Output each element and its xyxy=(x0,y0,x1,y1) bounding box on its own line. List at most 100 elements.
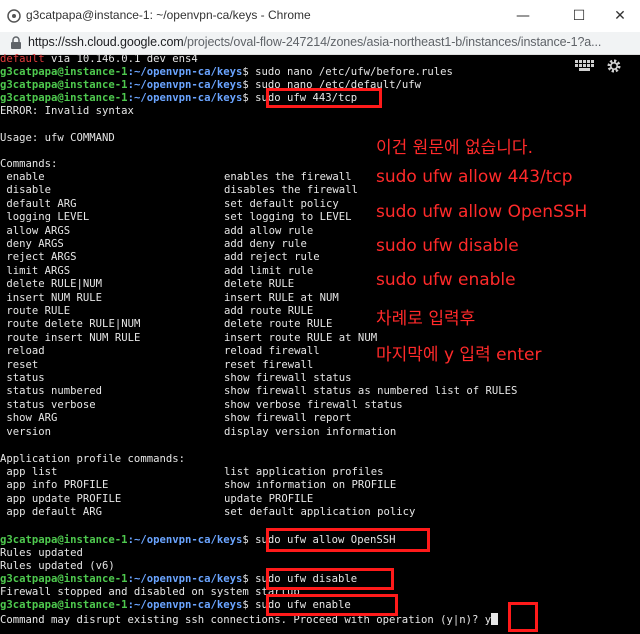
command-description: add limit rule xyxy=(224,264,314,277)
lock-icon xyxy=(11,36,21,49)
command-name: status verbose xyxy=(6,398,96,411)
terminal-line: insert NUM RULE insert RULE at NUM xyxy=(0,291,338,305)
terminal-line: app default ARG set default application p… xyxy=(0,506,415,519)
terminal-line: status numbered show firewall status as n… xyxy=(0,385,517,398)
terminal-line: status verbose show verbose firewall stat… xyxy=(0,398,402,412)
terminal-line: app info PROFILE show information on PROF… xyxy=(0,479,396,492)
minimize-button[interactable]: — xyxy=(500,0,546,32)
terminal-line: reset reset firewall xyxy=(0,358,313,372)
command-name: app list xyxy=(6,466,58,478)
terminal-line: show ARG show firewall report xyxy=(0,412,351,425)
command-description: set logging to LEVEL xyxy=(224,211,352,224)
highlight-box xyxy=(266,568,394,590)
command-name: insert NUM RULE xyxy=(6,291,103,304)
highlight-box xyxy=(266,88,382,108)
terminal-line: enable enables the firewall xyxy=(0,171,351,184)
highlight-box xyxy=(266,594,398,616)
highlight-box xyxy=(266,528,430,552)
terminal-line: route delete RULE|NUM delete route RULE xyxy=(0,318,332,331)
terminal-line: Rules updated xyxy=(0,547,83,559)
url-host: https://ssh.cloud.google.com xyxy=(28,35,184,49)
terminal-line: Firewall stopped and disabled on system … xyxy=(0,586,300,598)
terminal-line: allow ARGS add allow rule xyxy=(0,224,313,238)
command-description: show firewall report xyxy=(224,412,352,425)
terminal-line: app update PROFILE update PROFILE xyxy=(0,492,313,506)
annotation-step: sudo ufw enable xyxy=(376,270,516,290)
command-name: disable xyxy=(6,184,52,197)
command-description: delete RULE xyxy=(224,278,295,291)
terminal-favicon-icon xyxy=(7,9,21,23)
url-path: /projects/oval-flow-247214/zones/asia-no… xyxy=(183,35,602,49)
terminal-line: disable disables the firewall xyxy=(0,184,358,197)
command-description: display version information xyxy=(224,425,397,438)
terminal-line: route insert NUM RULE insert route RULE a… xyxy=(0,331,377,345)
command-name: app default ARG xyxy=(6,506,103,519)
command-description: add deny rule xyxy=(224,238,307,250)
command-description: enables the firewall xyxy=(224,171,352,183)
terminal[interactable]: default via 10.146.0.1 dev ens4 g3catpap… xyxy=(0,50,640,634)
terminal-line: status show firewall status xyxy=(0,372,351,385)
url-text[interactable]: https://ssh.cloud.google.com/projects/ov… xyxy=(28,35,601,49)
annotation-step: 차례로 입력후 xyxy=(376,309,476,329)
command-name: limit ARGS xyxy=(6,264,71,277)
command-description: add route RULE xyxy=(224,305,314,317)
command-description: add allow rule xyxy=(224,224,314,237)
command-name: enable xyxy=(6,171,45,183)
terminal-line: ERROR: Invalid syntax xyxy=(0,105,134,117)
terminal-line: version display version information xyxy=(0,425,396,439)
terminal-prompt-line: g3catpapa@instance-1:~/openvpn-ca/keys$ … xyxy=(0,66,453,78)
command-name: allow ARGS xyxy=(6,224,71,237)
annotation-step: sudo ufw allow 443/tcp xyxy=(376,167,573,187)
command-description: set default policy xyxy=(224,197,339,210)
window-titlebar: g3catpapa@instance-1: ~/openvpn-ca/keys … xyxy=(0,0,640,32)
terminal-line: limit ARGS add limit rule xyxy=(0,264,313,278)
terminal-line: delete RULE|NUM delete RULE xyxy=(0,278,294,291)
terminal-line: Usage: ufw COMMAND xyxy=(0,132,115,144)
annotation-step: 마지막에 y 입력 enter xyxy=(376,345,542,365)
highlight-box xyxy=(508,602,538,632)
command-name: route insert NUM RULE xyxy=(6,331,141,344)
command-description: reset firewall xyxy=(224,358,314,371)
command-name: version xyxy=(6,425,52,438)
close-button[interactable]: ✕ xyxy=(600,0,640,32)
terminal-line: Commands: xyxy=(0,158,58,170)
annotation-step: sudo ufw disable xyxy=(376,236,519,256)
command-name: reload xyxy=(6,345,45,358)
terminal-line: app list list application profiles xyxy=(0,466,383,479)
command-name: deny ARGS xyxy=(6,238,64,250)
terminal-line: logging LEVEL set logging to LEVEL xyxy=(0,211,351,224)
command-name: route delete RULE|NUM xyxy=(6,318,141,331)
command-name: app info PROFILE xyxy=(6,479,109,492)
command-description: set default application policy xyxy=(224,506,416,519)
terminal-line: reject ARGS add reject rule xyxy=(0,251,319,264)
command-description: list application profiles xyxy=(224,466,384,478)
command-name: status numbered xyxy=(6,385,103,398)
terminal-line: deny ARGS add deny rule xyxy=(0,238,307,251)
command-name: default ARG xyxy=(6,197,77,210)
command-name: reset xyxy=(6,358,39,371)
command-description: disables the firewall xyxy=(224,184,358,197)
command-description: show information on PROFILE xyxy=(224,479,397,492)
terminal-line: default via 10.146.0.1 dev ens4 xyxy=(0,53,198,65)
terminal-line: Application profile commands: xyxy=(0,453,185,465)
command-description: update PROFILE xyxy=(224,492,314,505)
command-name: app update PROFILE xyxy=(6,492,122,505)
command-description: insert route RULE at NUM xyxy=(224,331,378,344)
gear-icon[interactable] xyxy=(606,58,622,74)
terminal-line: Rules updated (v6) xyxy=(0,560,115,572)
command-description: show firewall status as numbered list of… xyxy=(224,385,518,398)
terminal-line: route RULE add route RULE xyxy=(0,305,313,318)
maximize-button[interactable]: ☐ xyxy=(556,0,602,32)
terminal-line: reload reload firewall xyxy=(0,345,319,358)
terminal-line: Command may disrupt existing ssh connect… xyxy=(0,613,499,626)
keyboard-icon[interactable] xyxy=(575,60,595,72)
command-name: reject ARGS xyxy=(6,251,77,264)
annotation-step: sudo ufw allow OpenSSH xyxy=(376,202,588,222)
command-description: delete route RULE xyxy=(224,318,333,331)
command-name: show ARG xyxy=(6,412,58,425)
command-description: add reject rule xyxy=(224,251,320,264)
annotation-note: 이건 원문에 없습니다. xyxy=(376,138,533,158)
command-name: logging LEVEL xyxy=(6,211,90,224)
terminal-cursor xyxy=(491,613,499,625)
command-name: delete RULE|NUM xyxy=(6,278,103,291)
